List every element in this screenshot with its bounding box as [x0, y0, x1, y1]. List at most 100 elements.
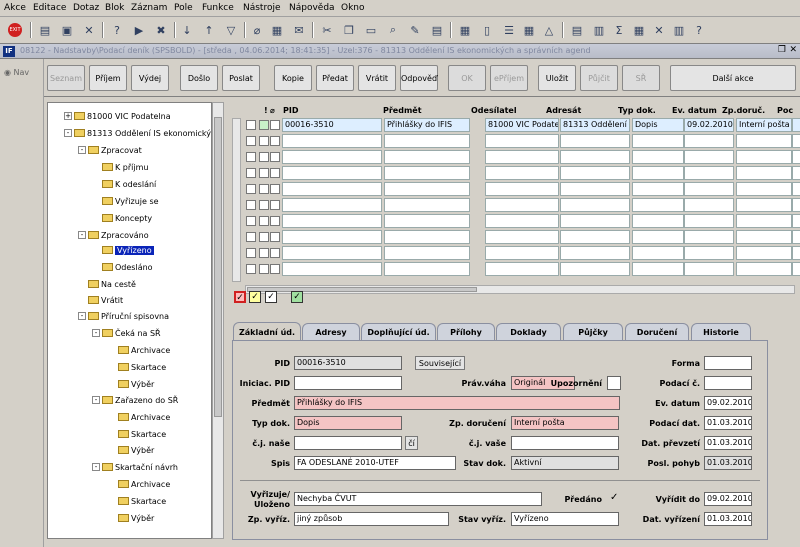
row-flag[interactable] [259, 216, 269, 226]
row-flag[interactable] [259, 232, 269, 242]
find-icon[interactable]: ⌕ [384, 21, 402, 39]
tree-node[interactable]: - Skartační návrh [92, 460, 178, 474]
col-header-priority[interactable]: ! [264, 106, 268, 115]
vyrizuje-field[interactable]: Nechyba ČVUT [294, 492, 542, 506]
table-cell[interactable] [792, 182, 800, 196]
table-cell[interactable] [632, 214, 684, 228]
table-cell[interactable] [632, 150, 684, 164]
table-row[interactable] [246, 150, 800, 164]
table-cell[interactable] [792, 198, 800, 212]
sr-button[interactable]: SŘ [622, 65, 660, 91]
tab-zakladni[interactable]: Základní úd. [233, 322, 301, 341]
table-cell[interactable] [560, 246, 630, 260]
stav-vyriz-field[interactable]: Vyřízeno [511, 512, 619, 526]
menu-akce[interactable]: Akce [4, 3, 26, 13]
save-icon[interactable]: ▣ [58, 21, 76, 39]
tree-node[interactable]: Výběr [118, 511, 154, 525]
table-cell[interactable] [560, 166, 630, 180]
table-cell[interactable] [485, 150, 559, 164]
table-cell[interactable] [485, 230, 559, 244]
report-icon[interactable]: ▤ [568, 21, 586, 39]
table-cell[interactable] [736, 166, 792, 180]
menu-zaznam[interactable]: Záznam [131, 3, 167, 13]
table-cell[interactable] [736, 150, 792, 164]
dat-prevzeti-field[interactable]: 01.03.2010 [704, 436, 752, 450]
col-header-zpdoruc[interactable]: Zp.doruč. [722, 106, 765, 115]
table-row[interactable] [246, 182, 800, 196]
tree-node[interactable]: Archivace [118, 343, 170, 357]
tab-doplnujici[interactable]: Doplňující úd. [361, 323, 436, 340]
table-icon[interactable]: ▦ [520, 21, 538, 39]
tree-node[interactable]: - Zpracováno [78, 228, 149, 242]
close-icon[interactable]: ✕ [789, 45, 797, 55]
tree-node[interactable]: -81313 Oddělení IS ekonomických [64, 126, 211, 140]
menu-nastroje[interactable]: Nástroje [243, 3, 281, 13]
predat-button[interactable]: Předat [316, 65, 354, 91]
odpoved-button[interactable]: Odpověď [400, 65, 438, 91]
table-cell[interactable] [736, 182, 792, 196]
table-cell[interactable] [560, 150, 630, 164]
table-cell[interactable] [560, 262, 630, 276]
table-cell[interactable] [560, 134, 630, 148]
table-row[interactable] [246, 246, 800, 260]
table-cell[interactable] [792, 262, 800, 276]
table-cell[interactable] [384, 182, 470, 196]
table-cell[interactable] [485, 246, 559, 260]
posl-pohyb-field[interactable]: 01.03.2010 [704, 456, 752, 470]
vydej-button[interactable]: Výdej [131, 65, 169, 91]
mail-icon[interactable]: ✉ [290, 21, 308, 39]
status-checkbox-yellow[interactable]: ✓ [249, 291, 261, 303]
help-icon[interactable]: ? [690, 21, 708, 39]
table-cell[interactable] [736, 134, 792, 148]
sum-icon[interactable]: Σ [610, 21, 628, 39]
row-checkbox[interactable] [246, 264, 256, 274]
warning-icon[interactable]: △ [540, 21, 558, 39]
eprijem-button[interactable]: ePříjem [490, 65, 528, 91]
row-checkbox[interactable] [246, 248, 256, 258]
table-row[interactable] [246, 198, 800, 212]
document-icon[interactable]: ▯ [478, 21, 496, 39]
excel-icon[interactable]: ✕ [650, 21, 668, 39]
table-cell[interactable] [485, 166, 559, 180]
row-flag[interactable] [259, 248, 269, 258]
table-cell[interactable] [632, 198, 684, 212]
table-cell[interactable] [485, 262, 559, 276]
table-cell[interactable] [792, 150, 800, 164]
row-flag[interactable] [259, 200, 269, 210]
tree-node[interactable]: Výběr [118, 443, 154, 457]
status-checkbox-green[interactable]: ✓ [291, 291, 303, 303]
grid-icon[interactable]: ▦ [630, 21, 648, 39]
menu-dotaz[interactable]: Dotaz [73, 3, 99, 13]
tree-node[interactable]: K odeslání [102, 177, 156, 191]
pujcit-button[interactable]: Půjčit [580, 65, 618, 91]
preview-icon[interactable]: ▥ [590, 21, 608, 39]
upozorneni-checkbox[interactable] [607, 376, 621, 390]
tree-node[interactable]: K příjmu [102, 160, 148, 174]
ev-datum-field[interactable]: 09.02.2010 [704, 396, 752, 410]
row-checkbox[interactable] [246, 184, 256, 194]
table-cell[interactable] [485, 214, 559, 228]
pid-field[interactable]: 00016-3510 [294, 356, 402, 370]
predmet-field[interactable]: Přihlášky do IFIS [294, 396, 620, 410]
row-flag[interactable] [259, 264, 269, 274]
table-cell[interactable]: Dopis [632, 118, 684, 132]
row-flag[interactable] [259, 184, 269, 194]
tab-pujcky[interactable]: Půjčky [563, 323, 623, 340]
table-cell[interactable]: 09.02.2010 [684, 118, 734, 132]
forma-field[interactable] [704, 356, 752, 370]
table-cell[interactable] [736, 214, 792, 228]
tree-node[interactable]: Výběr [118, 377, 154, 391]
menu-okno[interactable]: Okno [341, 3, 365, 13]
table-cell[interactable] [384, 246, 470, 260]
doslo-button[interactable]: Došlo [180, 65, 218, 91]
souvisejici-button[interactable]: Související [415, 356, 465, 370]
tab-prilohy[interactable]: Přílohy [437, 323, 495, 340]
tree-scroll-thumb[interactable] [214, 117, 222, 417]
row-checkbox[interactable] [246, 168, 256, 178]
table-cell[interactable] [282, 246, 382, 260]
table-cell[interactable] [792, 166, 800, 180]
table-cell[interactable] [485, 182, 559, 196]
col-header-pocet[interactable]: Poc [777, 106, 793, 115]
table-cell[interactable] [282, 198, 382, 212]
tree-node[interactable]: - Zpracovat [78, 143, 142, 157]
